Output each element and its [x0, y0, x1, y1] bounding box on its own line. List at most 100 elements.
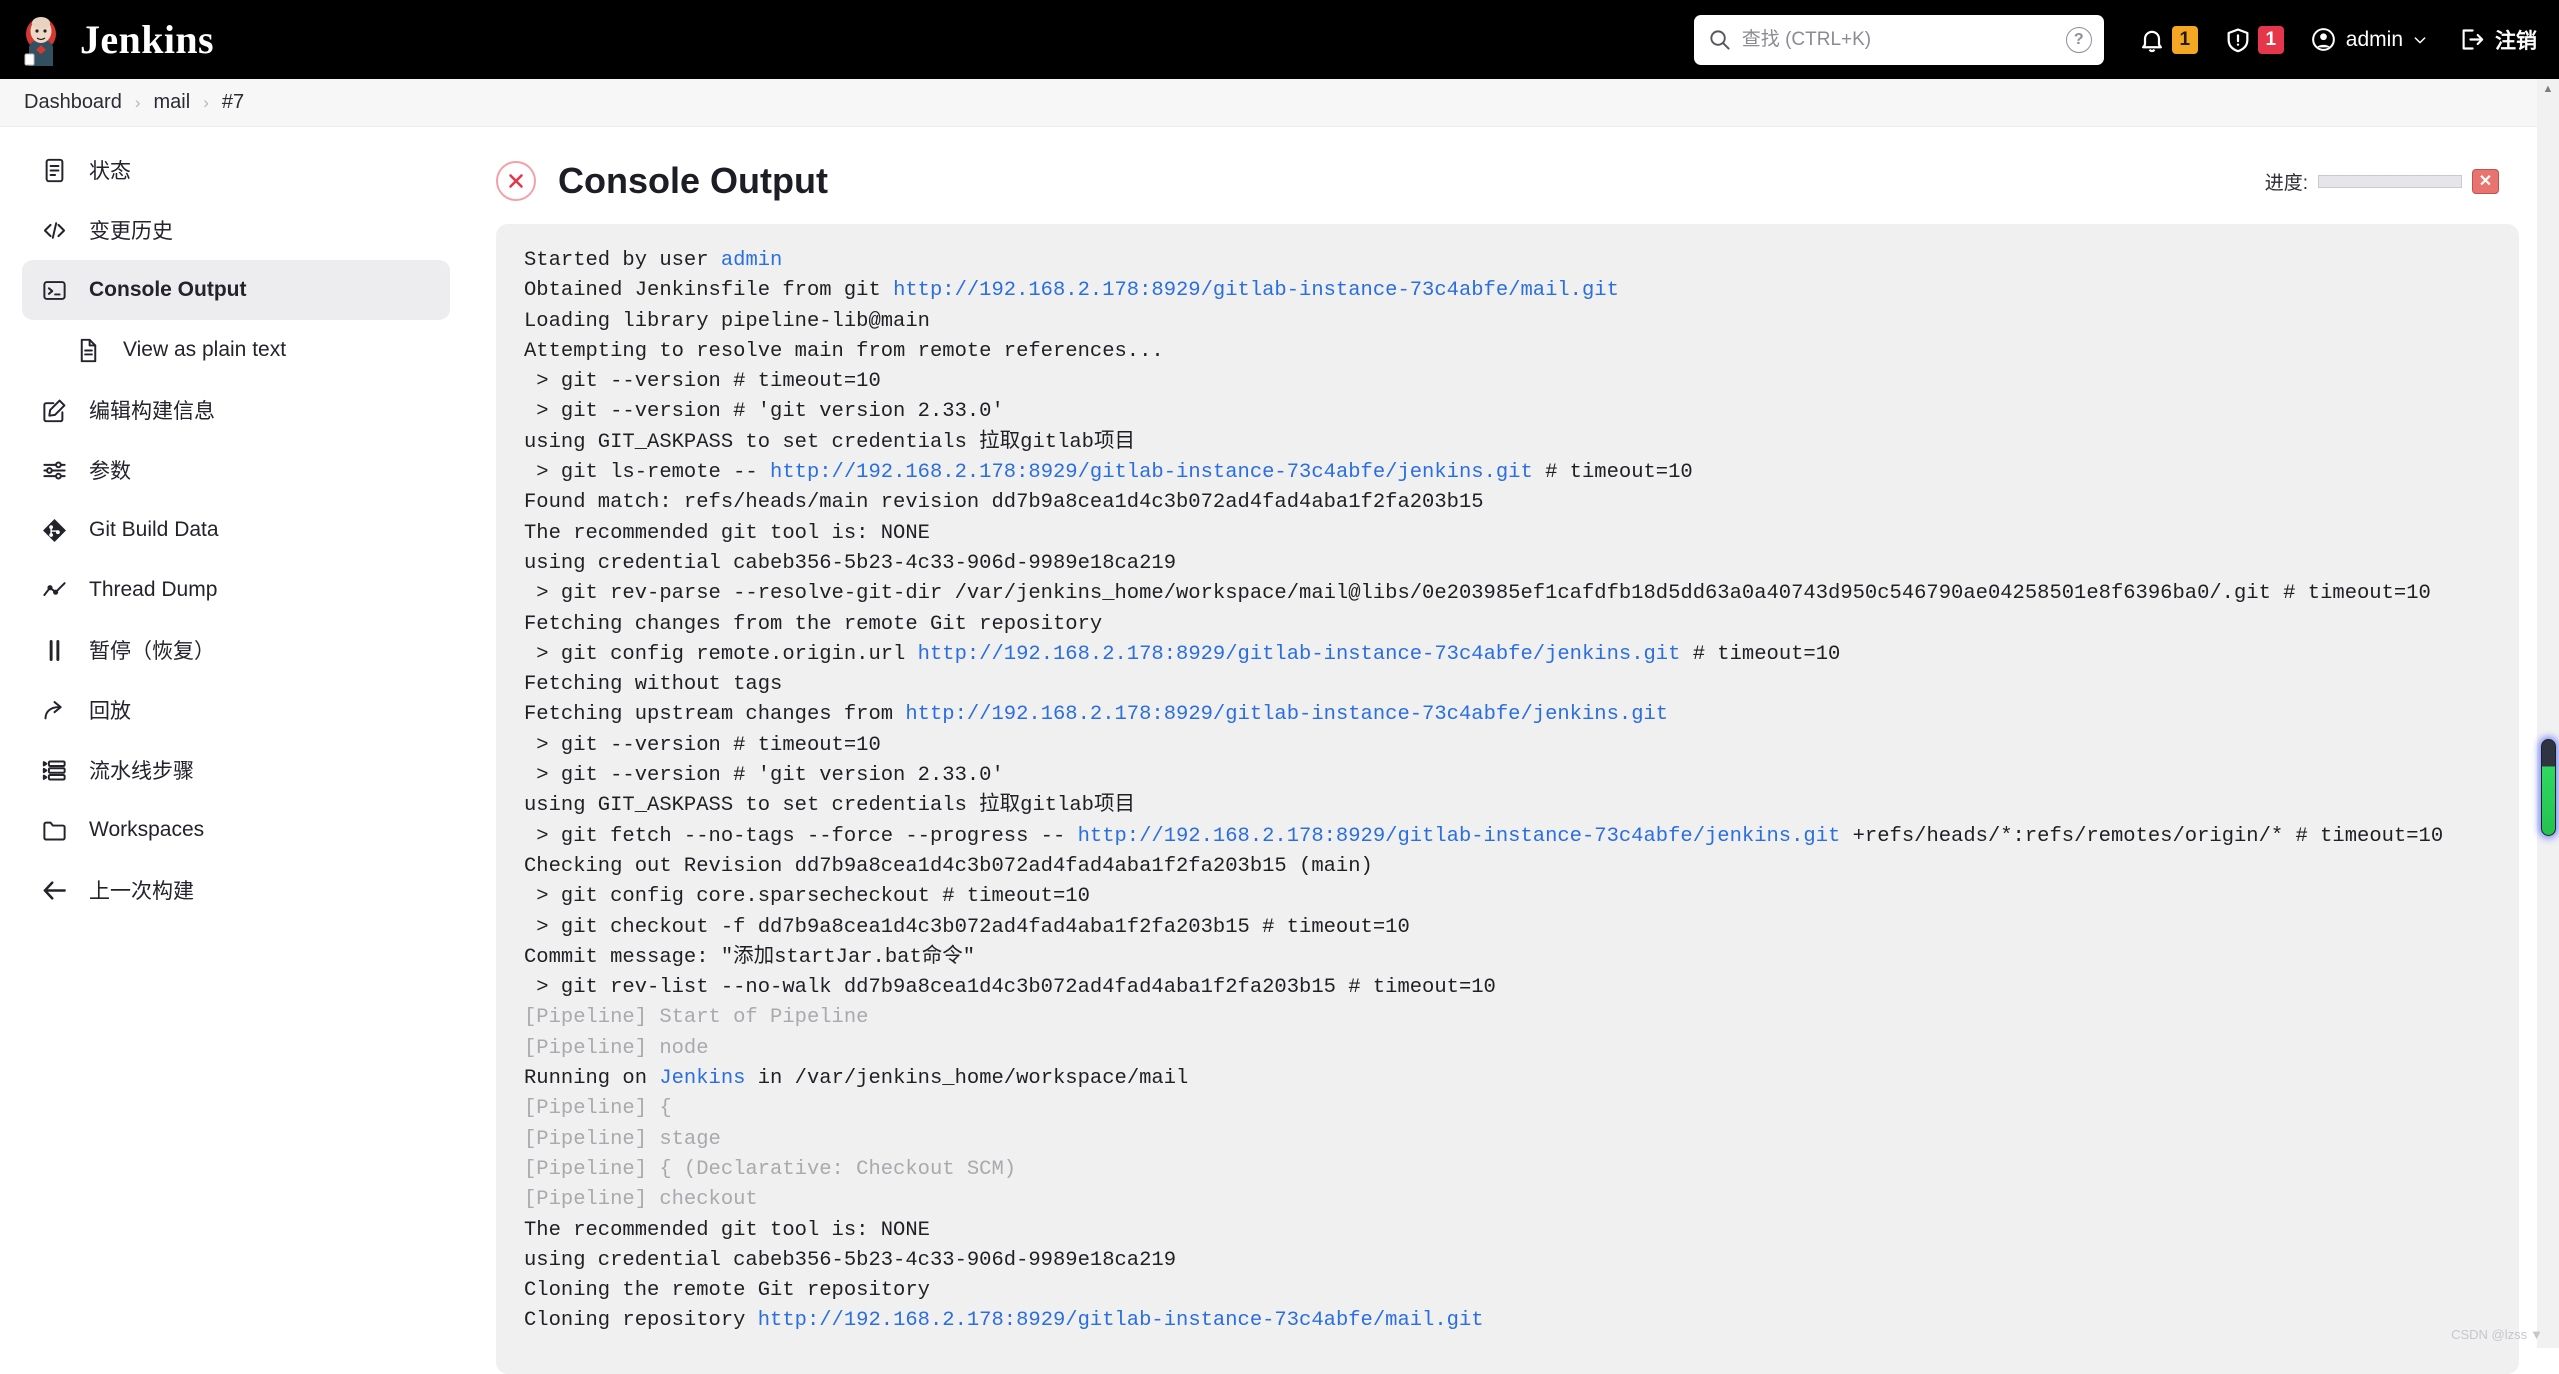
console-link[interactable]: http://192.168.2.178:8929/gitlab-instanc…	[893, 279, 1619, 302]
scroll-up-arrow[interactable]: ▲	[2537, 79, 2559, 99]
console-text: [Pipeline] Start of Pipeline	[524, 1006, 868, 1029]
jenkins-logo-icon	[18, 14, 64, 66]
console-link[interactable]: http://192.168.2.178:8929/gitlab-instanc…	[918, 643, 1681, 666]
console-text: Obtained Jenkinsfile from git	[524, 279, 893, 302]
sidebar-item-变更历史[interactable]: 变更历史	[22, 200, 450, 260]
console-text: > git --version # timeout=10	[524, 370, 881, 393]
security-group[interactable]: 1	[2224, 26, 2284, 54]
sidebar-item-状态[interactable]: 状态	[22, 140, 450, 200]
console-text: Found match: refs/heads/main revision dd…	[524, 491, 1484, 514]
brand-title: Jenkins	[80, 16, 214, 63]
console-line: Commit message: "添加startJar.bat命令"	[524, 943, 2519, 973]
edit-icon	[40, 396, 69, 425]
sidebar-item-label: Workspaces	[89, 818, 204, 842]
console-line: The recommended git tool is: NONE	[524, 1216, 2519, 1246]
watermark: CSDN @lzss ▼	[2451, 1327, 2543, 1342]
breadcrumb-item-build[interactable]: #7	[222, 91, 244, 114]
page-scrollbar[interactable]: ▲	[2537, 79, 2559, 1348]
console-line: Loading library pipeline-lib@main	[524, 307, 2519, 337]
console-line: using credential cabeb356-5b23-4c33-906d…	[524, 1246, 2519, 1276]
console-line: > git --version # timeout=10	[524, 367, 2519, 397]
console-line: Attempting to resolve main from remote r…	[524, 337, 2519, 367]
breadcrumb-item-mail[interactable]: mail	[154, 91, 191, 114]
git-icon	[40, 516, 69, 545]
progress-bar	[2318, 175, 2462, 188]
sidebar-item-流水线步骤[interactable]: 流水线步骤	[22, 740, 450, 800]
sliders-icon	[40, 456, 69, 485]
console-line: Fetching changes from the remote Git rep…	[524, 610, 2519, 640]
console-line: Running on Jenkins in /var/jenkins_home/…	[524, 1064, 2519, 1094]
sidebar-item-git-build-data[interactable]: Git Build Data	[22, 500, 450, 560]
console-link[interactable]: admin	[721, 249, 783, 272]
sidebar-item-label: Git Build Data	[89, 518, 219, 542]
shield-warning-icon[interactable]	[2224, 26, 2252, 54]
sidebar-item-编辑构建信息[interactable]: 编辑构建信息	[22, 380, 450, 440]
console-text: # timeout=10	[1533, 461, 1693, 484]
console-link[interactable]: http://192.168.2.178:8929/gitlab-instanc…	[905, 703, 1668, 726]
console-line: [Pipeline] checkout	[524, 1185, 2519, 1215]
sidebar-item-上一次构建[interactable]: 上一次构建	[22, 860, 450, 920]
scrollbar-thumb[interactable]	[2541, 739, 2556, 836]
notifications-group[interactable]: 1	[2138, 26, 2198, 54]
console-line: > git --version # 'git version 2.33.0'	[524, 761, 2519, 791]
folder-icon	[40, 816, 69, 845]
console-text: Cloning repository	[524, 1309, 758, 1332]
console-line: Cloning repository http://192.168.2.178:…	[524, 1306, 2519, 1336]
console-line: The recommended git tool is: NONE	[524, 519, 2519, 549]
console-line: [Pipeline] node	[524, 1034, 2519, 1064]
sidebar-item-参数[interactable]: 参数	[22, 440, 450, 500]
console-text: # timeout=10	[1680, 643, 1840, 666]
security-badge[interactable]: 1	[2258, 26, 2284, 54]
console-line: [Pipeline] { (Declarative: Checkout SCM)	[524, 1155, 2519, 1185]
sidebar-item-label: 流水线步骤	[89, 755, 194, 785]
sidebar-item-console-output[interactable]: Console Output	[22, 260, 450, 320]
search-box[interactable]: ?	[1694, 15, 2104, 65]
bell-icon[interactable]	[2138, 26, 2166, 54]
file-text-icon	[74, 336, 103, 365]
sidebar-item-label: 上一次构建	[89, 875, 194, 905]
code-icon	[40, 216, 69, 245]
chevron-down-icon	[2412, 32, 2428, 48]
console-text: Started by user	[524, 249, 721, 272]
console-text: Loading library pipeline-lib@main	[524, 310, 930, 333]
console-text: using credential cabeb356-5b23-4c33-906d…	[524, 1249, 1176, 1272]
breadcrumb-item-dashboard[interactable]: Dashboard	[24, 91, 122, 114]
console-line: > git config remote.origin.url http://19…	[524, 640, 2519, 670]
sidebar-item-暂停-恢复-[interactable]: 暂停（恢复）	[22, 620, 450, 680]
console-link[interactable]: Jenkins	[659, 1067, 745, 1090]
console-link[interactable]: http://192.168.2.178:8929/gitlab-instanc…	[1078, 825, 1841, 848]
console-text: > git --version # 'git version 2.33.0'	[524, 764, 1004, 787]
pause-icon	[40, 636, 69, 665]
search-input[interactable]	[1742, 29, 2066, 51]
sidebar-item-回放[interactable]: 回放	[22, 680, 450, 740]
console-text: Cloning the remote Git repository	[524, 1279, 930, 1302]
console-line: > git config core.sparsecheckout # timeo…	[524, 882, 2519, 912]
watermark-text: CSDN @lzss	[2451, 1327, 2527, 1342]
sidebar-item-label: Thread Dump	[89, 578, 217, 602]
console-text: The recommended git tool is: NONE	[524, 522, 930, 545]
console-line: [Pipeline] {	[524, 1094, 2519, 1124]
arrow-left-icon	[40, 876, 69, 905]
console-line: Checking out Revision dd7b9a8cea1d4c3b07…	[524, 852, 2519, 882]
abort-build-button[interactable]: ✕	[2472, 169, 2499, 194]
console-output-log[interactable]: Started by user admin Obtained Jenkinsfil…	[496, 224, 2519, 1374]
header-right-controls: ? 1 1	[1694, 15, 2559, 65]
sidebar-item-workspaces[interactable]: Workspaces	[22, 800, 450, 860]
console-line: [Pipeline] Start of Pipeline	[524, 1003, 2519, 1033]
progress-area: 进度: ✕	[2265, 168, 2499, 195]
failed-cross-icon	[496, 161, 536, 201]
console-text: using GIT_ASKPASS to set credentials 拉取g…	[524, 431, 1135, 454]
notification-badge[interactable]: 1	[2172, 26, 2198, 54]
user-menu[interactable]: admin	[2310, 26, 2428, 53]
help-icon[interactable]: ?	[2066, 27, 2092, 53]
console-text: > git --version # 'git version 2.33.0'	[524, 400, 1004, 423]
sidebar-item-label: 状态	[89, 155, 131, 185]
console-link[interactable]: http://192.168.2.178:8929/gitlab-instanc…	[758, 1309, 1484, 1332]
logout-icon	[2458, 26, 2485, 53]
user-avatar-icon	[2310, 26, 2337, 53]
logout-button[interactable]: 注销	[2458, 25, 2537, 55]
sidebar-item-thread-dump[interactable]: Thread Dump	[22, 560, 450, 620]
console-link[interactable]: http://192.168.2.178:8929/gitlab-instanc…	[770, 461, 1533, 484]
jenkins-brand[interactable]: Jenkins	[18, 14, 214, 66]
sidebar-item-view-as-plain-text[interactable]: View as plain text	[22, 320, 450, 380]
